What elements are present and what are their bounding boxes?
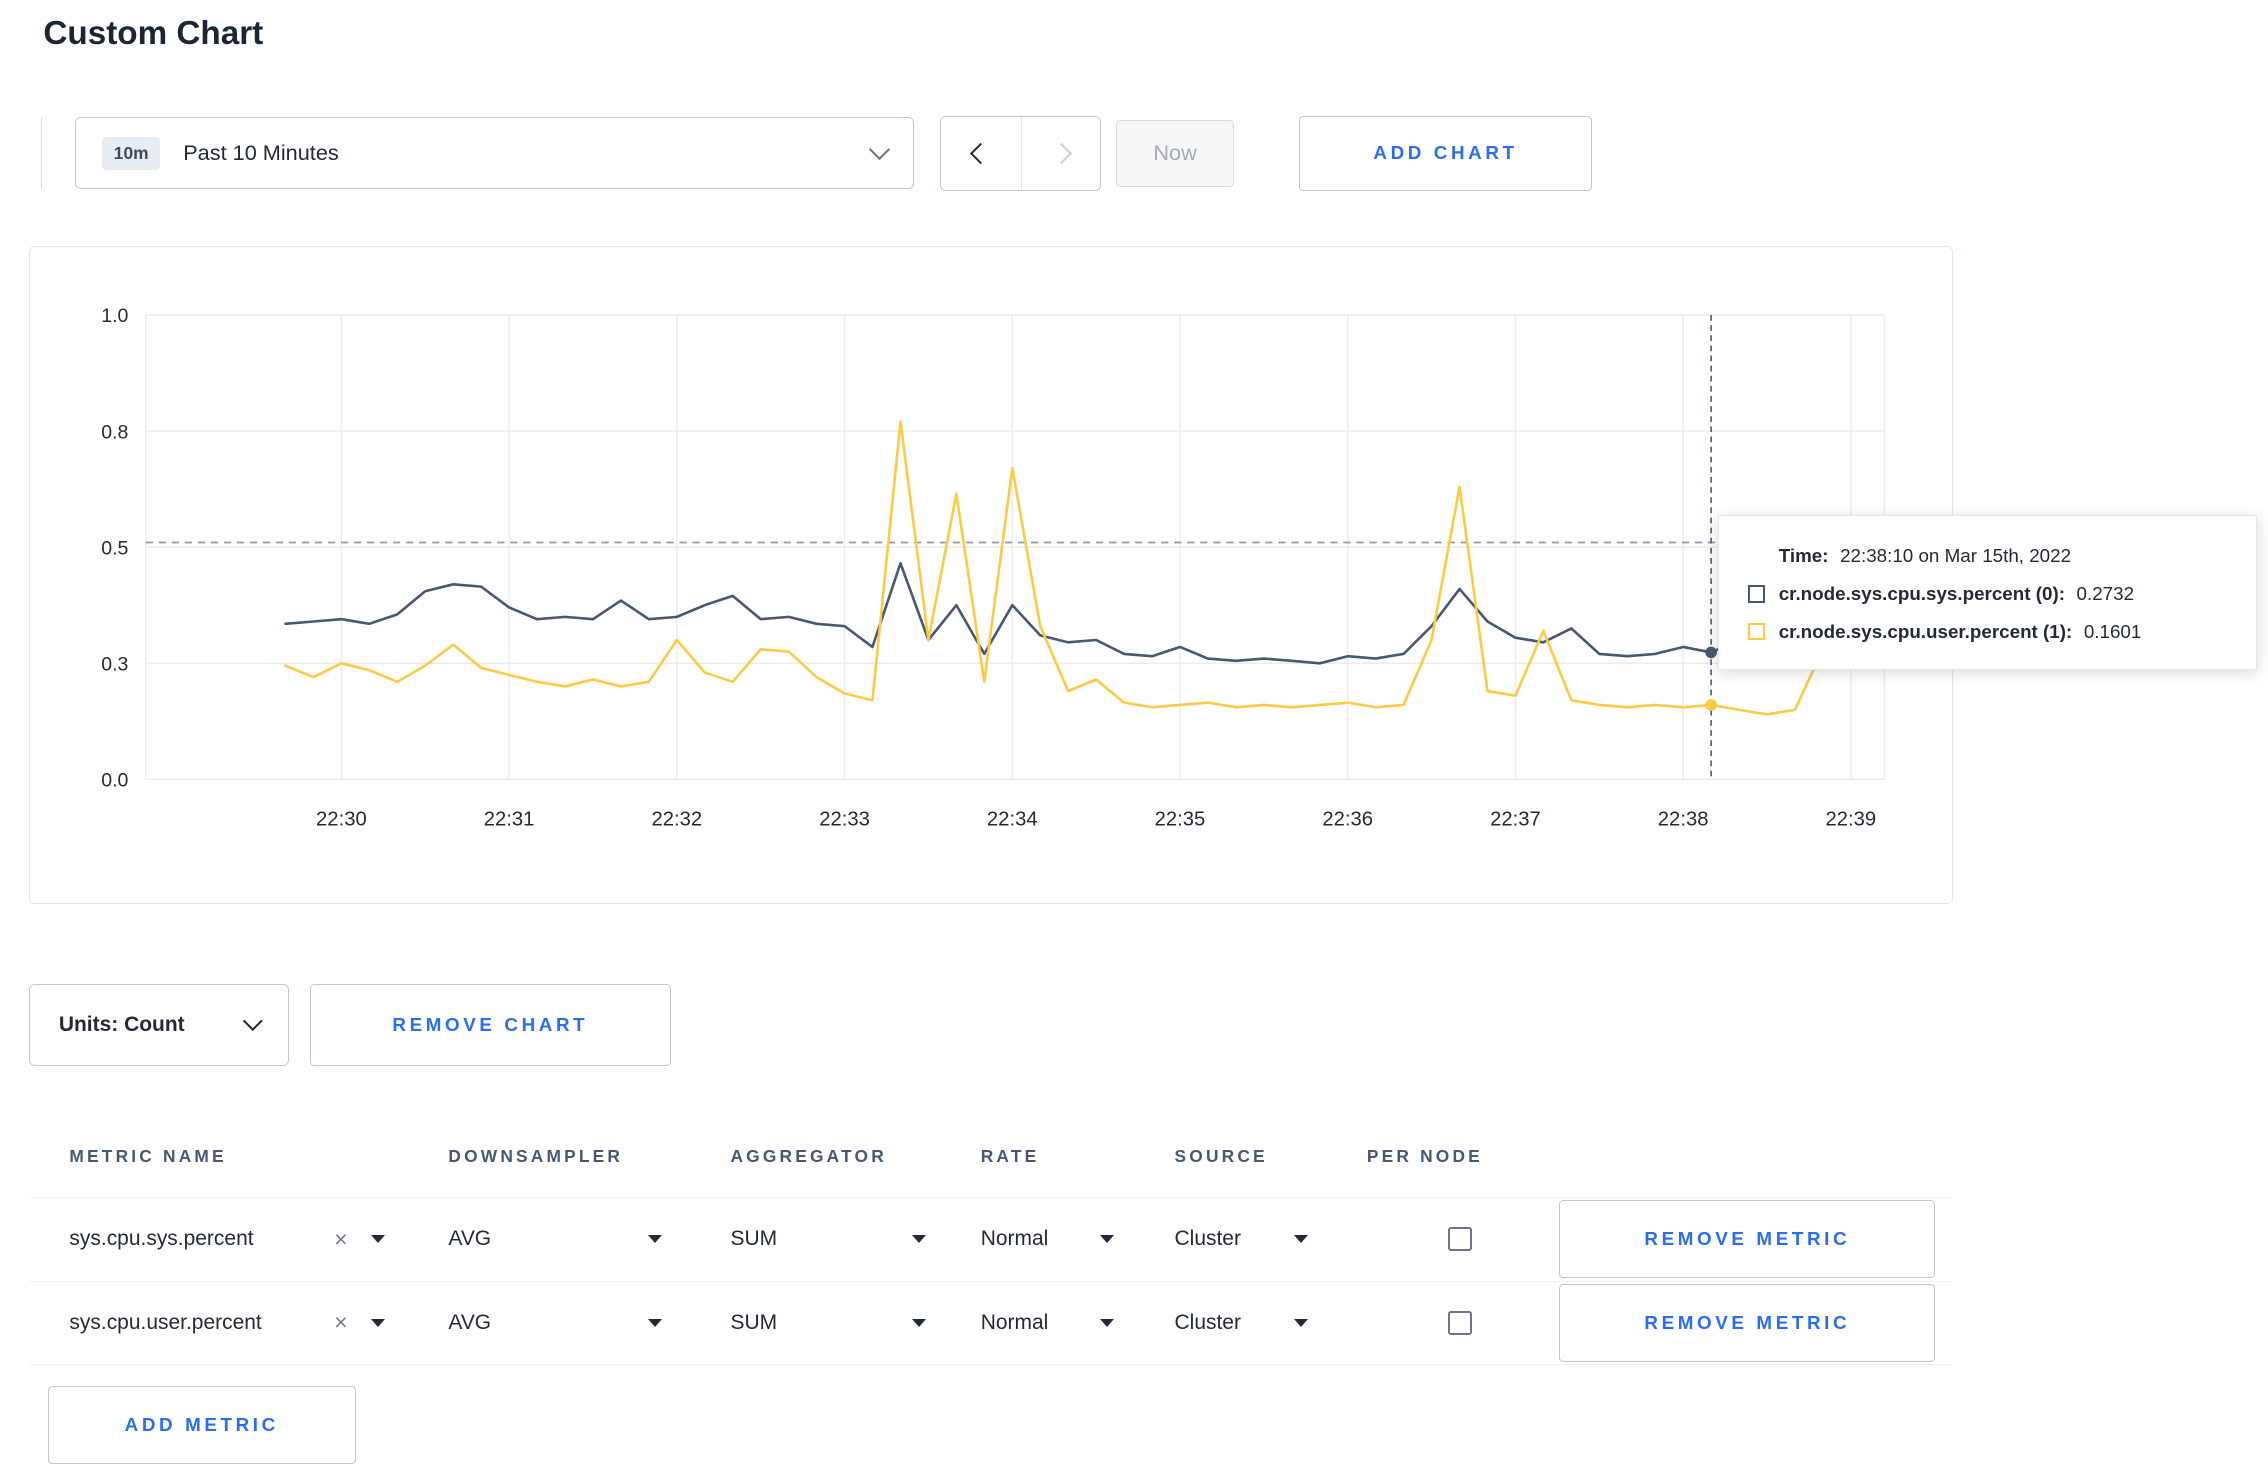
time-range-dropdown[interactable]: 10m Past 10 Minutes bbox=[75, 117, 915, 190]
time-range-badge: 10m bbox=[102, 137, 161, 170]
metric-row: sys.cpu.user.percent × AVG SUM Normal Cl… bbox=[28, 1282, 1953, 1366]
header-per-node: PER NODE bbox=[1366, 1146, 1483, 1167]
chevron-right-icon bbox=[1050, 142, 1072, 164]
add-chart-button[interactable]: ADD CHART bbox=[1299, 115, 1592, 191]
source-dropdown[interactable]: Cluster bbox=[1175, 1311, 1308, 1335]
rate-value: Normal bbox=[980, 1310, 1049, 1334]
toolbar-divider bbox=[40, 117, 42, 190]
metric-name: sys.cpu.user.percent bbox=[69, 1310, 262, 1334]
metric-name: sys.cpu.sys.percent bbox=[69, 1227, 254, 1251]
caret-down-icon bbox=[911, 1235, 926, 1243]
tooltip-sys-label: cr.node.sys.cpu.sys.percent (0): bbox=[1778, 583, 2065, 604]
aggregator-value: SUM bbox=[730, 1310, 778, 1334]
svg-text:1.0: 1.0 bbox=[101, 305, 128, 327]
chart-tooltip: Time: 22:38:10 on Mar 15th, 2022 cr.node… bbox=[1718, 514, 2257, 671]
user-series-swatch-icon bbox=[1748, 623, 1766, 641]
remove-metric-button[interactable]: REMOVE METRIC bbox=[1559, 1283, 1936, 1363]
svg-text:22:31: 22:31 bbox=[484, 808, 535, 830]
tooltip-time-row: Time: 22:38:10 on Mar 15th, 2022 bbox=[1748, 538, 2232, 576]
aggregator-dropdown[interactable]: SUM bbox=[730, 1227, 926, 1251]
close-icon[interactable]: × bbox=[334, 1311, 348, 1334]
caret-down-icon bbox=[648, 1318, 663, 1327]
tooltip-time-label: Time: bbox=[1778, 545, 1829, 567]
caret-down-icon bbox=[1099, 1318, 1114, 1327]
per-node-checkbox[interactable] bbox=[1447, 1310, 1473, 1336]
caret-down-icon bbox=[370, 1235, 385, 1243]
header-source: SOURCE bbox=[1174, 1146, 1268, 1167]
downsampler-value: AVG bbox=[448, 1227, 492, 1251]
metric-name-dropdown[interactable]: sys.cpu.user.percent × bbox=[69, 1310, 385, 1335]
aggregator-dropdown[interactable]: SUM bbox=[730, 1310, 926, 1335]
units-dropdown[interactable]: Units: Count bbox=[28, 983, 290, 1067]
svg-text:0.3: 0.3 bbox=[101, 653, 128, 675]
caret-down-icon bbox=[1293, 1235, 1308, 1243]
tooltip-user-value: 0.1601 bbox=[2083, 620, 2142, 642]
metric-row: sys.cpu.sys.percent × AVG SUM Normal Clu… bbox=[28, 1198, 1953, 1282]
rate-dropdown[interactable]: Normal bbox=[981, 1311, 1114, 1335]
caret-down-icon bbox=[648, 1235, 663, 1243]
prev-range-button[interactable] bbox=[941, 116, 1021, 190]
custom-chart-page: Custom Chart 10m Past 10 Minutes Now ADD… bbox=[0, 0, 2268, 1478]
svg-text:22:34: 22:34 bbox=[987, 808, 1038, 830]
sys-series-swatch-icon bbox=[1748, 585, 1766, 603]
toolbar: 10m Past 10 Minutes Now ADD CHART bbox=[40, 115, 2268, 191]
svg-text:22:36: 22:36 bbox=[1322, 808, 1373, 830]
remove-chart-button[interactable]: REMOVE CHART bbox=[309, 983, 672, 1067]
units-label: Units: Count bbox=[58, 1012, 185, 1036]
caret-down-icon bbox=[1099, 1235, 1114, 1243]
source-dropdown[interactable]: Cluster bbox=[1175, 1227, 1308, 1251]
svg-text:22:39: 22:39 bbox=[1825, 808, 1876, 830]
chart-svg[interactable]: 0.0 0.3 0.5 0.8 1.0 22:30 22:31 22:32 22:33 22:34… bbox=[30, 247, 1954, 855]
next-range-button[interactable] bbox=[1020, 116, 1101, 190]
svg-text:0.0: 0.0 bbox=[101, 769, 128, 791]
metrics-table: METRIC NAME DOWNSAMPLER AGGREGATOR RATE … bbox=[28, 1116, 1953, 1464]
header-metric-name: METRIC NAME bbox=[69, 1146, 227, 1167]
metric-name-dropdown[interactable]: sys.cpu.sys.percent × bbox=[69, 1227, 385, 1251]
chevron-down-icon bbox=[869, 139, 891, 161]
tooltip-user-label: cr.node.sys.cpu.user.percent (1): bbox=[1778, 620, 2073, 642]
svg-text:22:35: 22:35 bbox=[1155, 808, 1206, 830]
downsampler-dropdown[interactable]: AVG bbox=[448, 1310, 663, 1335]
svg-text:0.8: 0.8 bbox=[101, 421, 128, 443]
tooltip-time-value: 22:38:10 on Mar 15th, 2022 bbox=[1840, 545, 2072, 567]
chart-area: 0.0 0.3 0.5 0.8 1.0 22:30 22:31 22:32 22:33 22:34… bbox=[28, 245, 2257, 905]
svg-text:22:37: 22:37 bbox=[1490, 808, 1541, 830]
tooltip-sys-value: 0.2732 bbox=[2076, 583, 2135, 604]
metrics-table-header: METRIC NAME DOWNSAMPLER AGGREGATOR RATE … bbox=[28, 1117, 1953, 1198]
source-value: Cluster bbox=[1174, 1227, 1241, 1251]
source-value: Cluster bbox=[1174, 1310, 1241, 1334]
header-downsampler: DOWNSAMPLER bbox=[448, 1146, 624, 1167]
rate-dropdown[interactable]: Normal bbox=[981, 1227, 1114, 1251]
downsampler-value: AVG bbox=[448, 1310, 492, 1334]
downsampler-dropdown[interactable]: AVG bbox=[448, 1227, 663, 1251]
svg-text:22:32: 22:32 bbox=[651, 808, 702, 830]
close-icon[interactable]: × bbox=[334, 1227, 348, 1251]
caret-down-icon bbox=[370, 1318, 385, 1327]
header-rate: RATE bbox=[980, 1146, 1040, 1167]
tooltip-user-row: cr.node.sys.cpu.user.percent (1): 0.1601 bbox=[1748, 613, 2232, 651]
svg-text:22:30: 22:30 bbox=[316, 808, 367, 830]
page-title: Custom Chart bbox=[43, 14, 264, 52]
chevron-down-icon bbox=[242, 1011, 263, 1031]
chart-card: 0.0 0.3 0.5 0.8 1.0 22:30 22:31 22:32 22:33 22:34… bbox=[28, 245, 1954, 905]
rate-value: Normal bbox=[980, 1227, 1049, 1251]
remove-metric-button[interactable]: REMOVE METRIC bbox=[1559, 1200, 1936, 1279]
header-aggregator: AGGREGATOR bbox=[730, 1146, 887, 1167]
chart-controls: Units: Count REMOVE CHART bbox=[28, 983, 2268, 1067]
chevron-left-icon bbox=[970, 142, 992, 164]
caret-down-icon bbox=[911, 1318, 926, 1327]
svg-text:22:38: 22:38 bbox=[1658, 808, 1709, 830]
add-metric-button[interactable]: ADD METRIC bbox=[47, 1385, 356, 1464]
now-button[interactable]: Now bbox=[1115, 120, 1235, 187]
svg-text:0.5: 0.5 bbox=[101, 537, 128, 559]
caret-down-icon bbox=[1293, 1318, 1308, 1327]
time-pager bbox=[940, 115, 1102, 191]
per-node-checkbox[interactable] bbox=[1447, 1226, 1473, 1252]
aggregator-value: SUM bbox=[730, 1227, 778, 1251]
tooltip-sys-row: cr.node.sys.cpu.sys.percent (0): 0.2732 bbox=[1748, 575, 2232, 613]
time-range-label: Past 10 Minutes bbox=[183, 140, 339, 166]
svg-text:22:33: 22:33 bbox=[819, 808, 870, 830]
